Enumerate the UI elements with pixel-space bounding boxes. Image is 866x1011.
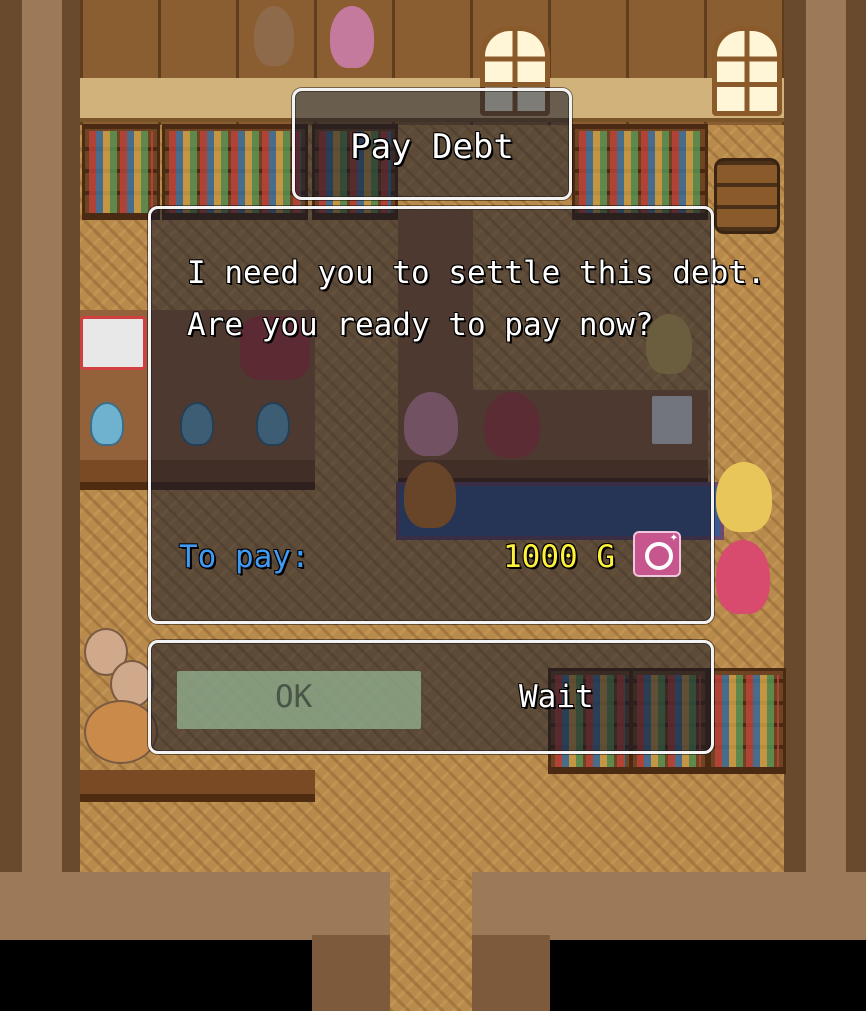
- goods-shelf: [82, 124, 160, 220]
- potion-bottle: [90, 402, 124, 446]
- barrel: [714, 158, 780, 234]
- corridor-right-wall: [472, 935, 550, 1011]
- right-wall-trim: [806, 0, 846, 880]
- exit-corridor: [390, 880, 472, 1011]
- wait-button[interactable]: Wait: [519, 679, 594, 715]
- message-line-2: Are you ready to pay now?: [187, 307, 654, 343]
- message-line-1: I need you to settle this debt.: [187, 255, 766, 291]
- turbaned-npc: [716, 462, 772, 532]
- gold-coin-icon: [633, 529, 681, 577]
- bottom-left-wall: [0, 872, 390, 942]
- bread-shelf: [708, 668, 786, 774]
- debt-amount: 1000 G: [503, 539, 615, 575]
- message-window: I need you to settle this debt. Are you …: [148, 206, 766, 624]
- bread-basket: [84, 700, 158, 764]
- void: [0, 940, 312, 1011]
- red-haired-npc: [716, 540, 770, 614]
- lower-left-counter: [80, 770, 315, 802]
- gift-box: [80, 316, 146, 370]
- title-window: Pay Debt: [292, 88, 572, 200]
- void: [550, 940, 866, 1011]
- hanging-dress: [330, 6, 374, 68]
- to-pay-label: To pay:: [179, 539, 310, 575]
- left-wall-trim: [22, 0, 62, 880]
- corridor-left-wall: [312, 935, 390, 1011]
- choice-window: OK Wait: [148, 640, 714, 754]
- ok-button[interactable]: OK: [275, 679, 312, 715]
- window-title: Pay Debt: [350, 127, 514, 167]
- bottom-right-wall: [472, 872, 866, 942]
- arched-window: [712, 26, 782, 116]
- hanging-garment: [254, 6, 294, 66]
